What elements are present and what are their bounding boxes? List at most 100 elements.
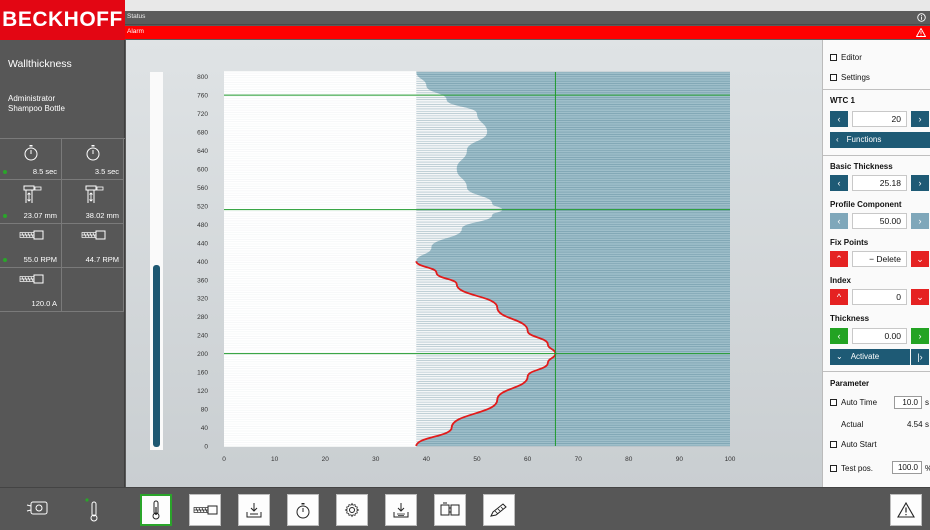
extruder-button[interactable]: [189, 494, 221, 526]
thickness-field[interactable]: 0.00: [852, 328, 907, 344]
step-button[interactable]: |›: [911, 349, 929, 365]
extruder-icon: [18, 268, 44, 287]
y-tick-label: 600: [197, 166, 208, 173]
thickness-inc-button[interactable]: ›: [911, 328, 929, 344]
user-info: Administrator Shampoo Bottle: [8, 94, 65, 114]
tile-value: 8.5 sec: [32, 167, 57, 176]
page-title: Wallthickness: [8, 58, 72, 70]
activate-button[interactable]: ⌄ Activate: [830, 349, 910, 365]
control-panel: Editor Settings WTC 1 ‹ 20 › ‹ Functions …: [822, 40, 930, 487]
parison-down-button[interactable]: [385, 494, 417, 526]
stopwatch-button[interactable]: [287, 494, 319, 526]
profile-component-field[interactable]: 50.00: [852, 213, 907, 229]
alarm-button[interactable]: [890, 494, 922, 526]
level-bar-fill: [153, 265, 160, 447]
thickness-dec-button[interactable]: ‹: [830, 328, 848, 344]
die-gap-icon: [82, 180, 104, 207]
info-icon[interactable]: [917, 13, 926, 22]
y-tick-label: 40: [201, 425, 209, 432]
actual-value: 4.54: [907, 420, 923, 429]
thickness-label: Thickness: [830, 314, 870, 323]
tile-value: 44.7 RPM: [85, 255, 119, 264]
settings-checkbox[interactable]: [830, 74, 837, 81]
functions-button[interactable]: ‹ Functions: [830, 132, 930, 148]
wtc-field[interactable]: 20: [852, 111, 907, 127]
extruder-icon: [192, 504, 218, 516]
y-tick-label: 0: [204, 444, 208, 451]
pen-button[interactable]: [483, 494, 515, 526]
parameter-label: Parameter: [830, 379, 870, 388]
gear-button[interactable]: [336, 494, 368, 526]
basic-thickness-dec-button[interactable]: ‹: [830, 175, 848, 191]
parison-button[interactable]: [238, 494, 270, 526]
x-tick-label: 70: [575, 456, 583, 463]
wtc-prev-button[interactable]: ‹: [830, 111, 848, 127]
warning-icon[interactable]: [916, 28, 926, 37]
basic-thickness-label: Basic Thickness: [830, 162, 893, 171]
profile-component-label: Profile Component: [830, 200, 902, 209]
editor-label: Editor: [841, 53, 862, 62]
user-role: Administrator: [8, 94, 56, 103]
stopwatch-icon: [295, 502, 311, 519]
fix-points-up-button[interactable]: ⌃: [830, 251, 848, 267]
auto-start-checkbox[interactable]: [830, 441, 837, 448]
y-tick-label: 240: [197, 333, 208, 340]
y-tick-label: 480: [197, 222, 208, 229]
y-tick-label: 520: [197, 203, 208, 210]
warning-icon: [897, 502, 915, 518]
fix-points-field[interactable]: − Delete: [852, 251, 907, 267]
stopwatch-icon: [23, 139, 39, 163]
thermometer-button[interactable]: [140, 494, 172, 526]
index-field[interactable]: 0: [852, 289, 907, 305]
status-bar[interactable]: Status: [125, 11, 930, 25]
y-tick-label: 280: [197, 314, 208, 321]
y-tick-label: 760: [197, 93, 208, 100]
x-tick-label: 80: [625, 456, 633, 463]
profile-component-dec-button[interactable]: ‹: [830, 213, 848, 229]
stopwatch-icon: [85, 139, 101, 163]
machine-value-tile: 44.7 RPM: [62, 224, 124, 268]
auto-time-checkbox[interactable]: [830, 399, 837, 406]
profile-component-inc-button[interactable]: ›: [911, 213, 929, 229]
mold-icon: [440, 502, 460, 518]
wtc-next-button[interactable]: ›: [911, 111, 929, 127]
base-thickness-area: [224, 71, 417, 447]
index-down-button[interactable]: ⌄: [911, 289, 929, 305]
tile-value: 55.0 RPM: [23, 255, 57, 264]
thermometer-status-icon: [85, 498, 98, 522]
tile-value: 38.02 mm: [85, 211, 119, 220]
camera-icon[interactable]: [26, 501, 48, 515]
index-up-button[interactable]: ^: [830, 289, 848, 305]
fix-points-down-button[interactable]: ⌄: [911, 251, 929, 267]
alarm-label: Alarm: [127, 28, 144, 35]
basic-thickness-inc-button[interactable]: ›: [911, 175, 929, 191]
parison-down-icon: [393, 502, 409, 518]
auto-start-label: Auto Start: [841, 440, 877, 449]
editor-checkbox[interactable]: [830, 54, 837, 61]
test-pos-checkbox[interactable]: [830, 465, 837, 472]
empty-tile: [62, 268, 124, 312]
extruder-icon: [80, 224, 106, 243]
extruder-icon: [18, 224, 44, 243]
test-pos-field[interactable]: 100.0: [892, 461, 922, 474]
x-tick-label: 0: [222, 456, 226, 463]
tile-value: 23.07 mm: [23, 211, 57, 220]
y-tick-label: 440: [197, 240, 208, 247]
x-tick-label: 40: [423, 456, 431, 463]
settings-label: Settings: [841, 73, 870, 82]
y-tick-label: 680: [197, 130, 208, 137]
gear-icon: [344, 502, 360, 518]
die-gap-icon: [20, 180, 42, 207]
alarm-bar[interactable]: Alarm: [125, 26, 930, 39]
auto-time-field[interactable]: 10.0: [894, 396, 922, 409]
tile-value: 3.5 sec: [94, 167, 119, 176]
y-tick-label: 560: [197, 185, 208, 192]
y-tick-label: 160: [197, 370, 208, 377]
y-tick-label: 200: [197, 351, 208, 358]
machine-value-tile: 8.5 sec: [0, 139, 62, 180]
wall-thickness-chart[interactable]: 0408012016020024028032036040044048052056…: [190, 62, 750, 470]
test-pos-unit: %: [925, 464, 930, 473]
mold-button[interactable]: [434, 494, 466, 526]
y-tick-label: 720: [197, 111, 208, 118]
basic-thickness-field[interactable]: 25.18: [852, 175, 907, 191]
